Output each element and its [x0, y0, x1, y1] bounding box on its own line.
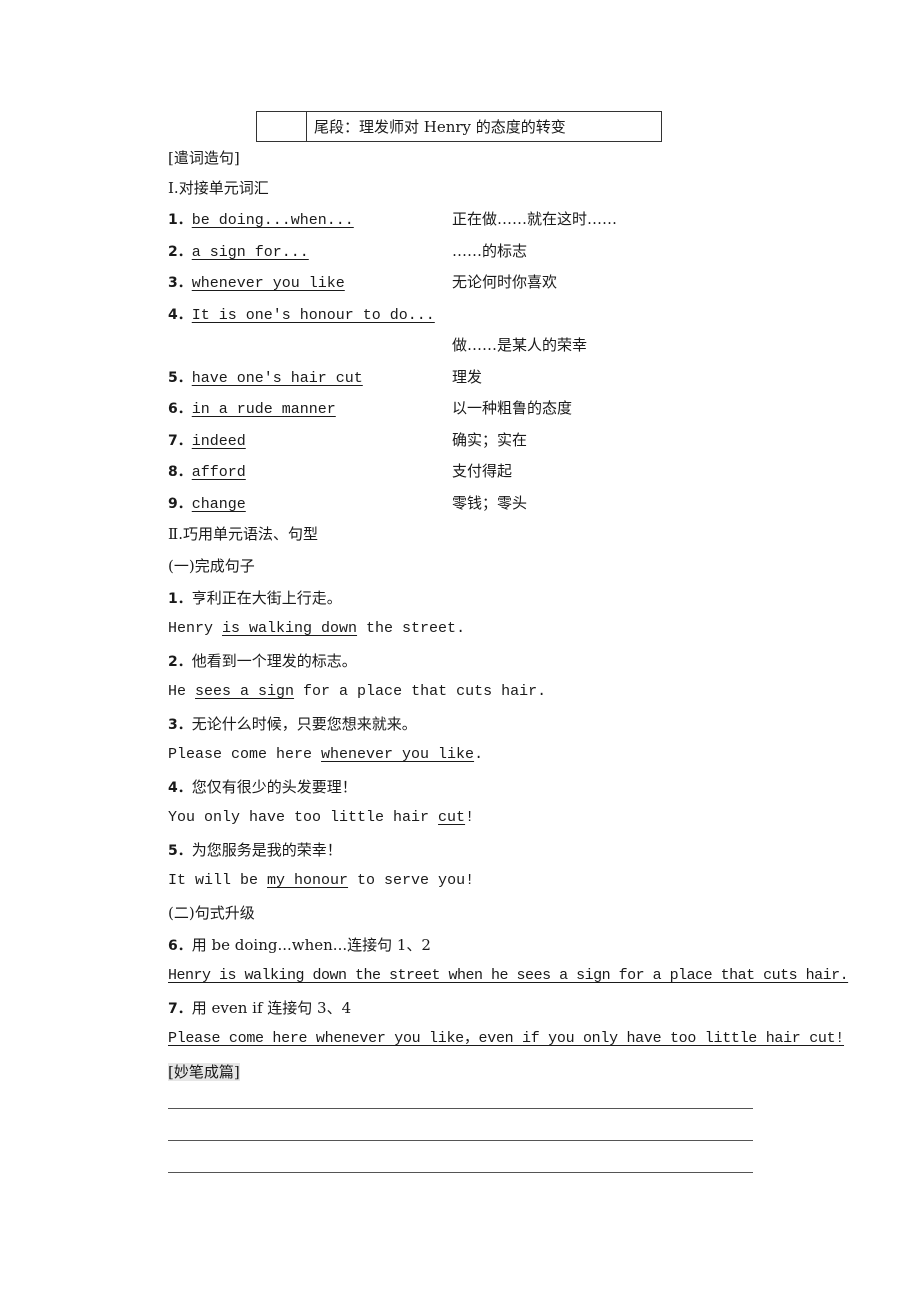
question-zh: 5．为您服务是我的荣幸！ — [168, 841, 342, 859]
question-zh: 3．无论什么时候，只要您想来就来。 — [168, 715, 417, 733]
vocab-zh: 做……是某人的荣幸 — [452, 336, 588, 354]
vocab-en: indeed — [191, 433, 246, 450]
writing-blank-line[interactable] — [168, 1140, 753, 1141]
answer-blank: sees a sign — [195, 683, 295, 700]
table-cell-text: 尾段：理发师对 Henry 的态度的转变 — [314, 118, 566, 136]
vocab-zh: 零钱；零头 — [452, 494, 528, 512]
writing-blank-line[interactable] — [168, 1172, 753, 1173]
vocab-en: whenever you like — [191, 275, 345, 292]
vocab-item: 7．indeed — [168, 433, 246, 450]
vocab-en: have one's hair cut — [191, 370, 363, 387]
answer-blank: is walking down — [222, 620, 358, 637]
sub1-title: (一)完成句子 — [168, 557, 255, 575]
answer-blank: cut — [438, 809, 466, 826]
question-zh: 1．亨利正在大街上行走。 — [168, 589, 342, 607]
upgrade-prompt: 6．用 be doing...when...连接句 1、2 — [168, 936, 431, 954]
vocab-en: in a rude manner — [191, 401, 336, 418]
answer-blank: whenever you like — [321, 746, 475, 763]
writing-title: [妙笔成篇] — [168, 1063, 240, 1081]
outline-table: 尾段：理发师对 Henry 的态度的转变 — [256, 111, 662, 142]
vocab-en: be doing...when... — [191, 212, 354, 229]
question-zh: 4．您仅有很少的头发要理！ — [168, 778, 357, 796]
vocab-item: 4．It is one's honour to do... — [168, 307, 435, 324]
vocab-zh: 确实；实在 — [452, 431, 528, 449]
vocab-zh: 支付得起 — [452, 462, 513, 480]
vocab-zh: 正在做……就在这时…… — [452, 210, 618, 228]
vocab-en: afford — [191, 464, 246, 481]
vocab-en: a sign for... — [191, 244, 309, 261]
vocab-item: 2．a sign for... — [168, 244, 309, 261]
vocab-zh: 以一种粗鲁的态度 — [452, 399, 573, 417]
part1-title: Ⅰ.对接单元词汇 — [168, 179, 269, 197]
vocab-item: 9．change — [168, 496, 246, 513]
upgrade-answer: Please come here whenever you like，even … — [168, 1030, 845, 1047]
part2-title: Ⅱ.巧用单元语法、句型 — [168, 525, 318, 543]
vocab-item: 8．afford — [168, 464, 246, 481]
vocab-zh: 无论何时你喜欢 — [452, 273, 558, 291]
document-page: 尾段：理发师对 Henry 的态度的转变 [遣词造句] Ⅰ.对接单元词汇 1．b… — [0, 0, 920, 1302]
vocab-en: change — [191, 496, 246, 513]
table-cell-empty — [257, 112, 307, 141]
answer-en: Please come here whenever you like. — [168, 746, 484, 763]
answer-en: You only have too little hair cut! — [168, 809, 475, 826]
upgrade-answer: Henry is walking down the street when he… — [168, 967, 849, 984]
answer-blank: my honour — [267, 872, 349, 889]
question-zh: 2．他看到一个理发的标志。 — [168, 652, 357, 670]
vocab-item: 3．whenever you like — [168, 275, 345, 292]
writing-blank-line[interactable] — [168, 1108, 753, 1109]
vocab-en: It is one's honour to do... — [191, 307, 435, 324]
vocab-item: 5．have one's hair cut — [168, 370, 363, 387]
answer-en: It will be my honour to serve you! — [168, 872, 475, 889]
vocab-zh: ……的标志 — [452, 242, 528, 260]
vocab-item: 1．be doing...when... — [168, 212, 354, 229]
vocab-item: 6．in a rude manner — [168, 401, 336, 418]
answer-en: He sees a sign for a place that cuts hai… — [168, 683, 547, 700]
answer-en: Henry is walking down the street. — [168, 620, 466, 637]
section-heading: [遣词造句] — [168, 149, 240, 167]
vocab-zh: 理发 — [452, 368, 483, 386]
upgrade-prompt: 7．用 even if 连接句 3、4 — [168, 999, 352, 1017]
sub2-title: (二)句式升级 — [168, 904, 255, 922]
